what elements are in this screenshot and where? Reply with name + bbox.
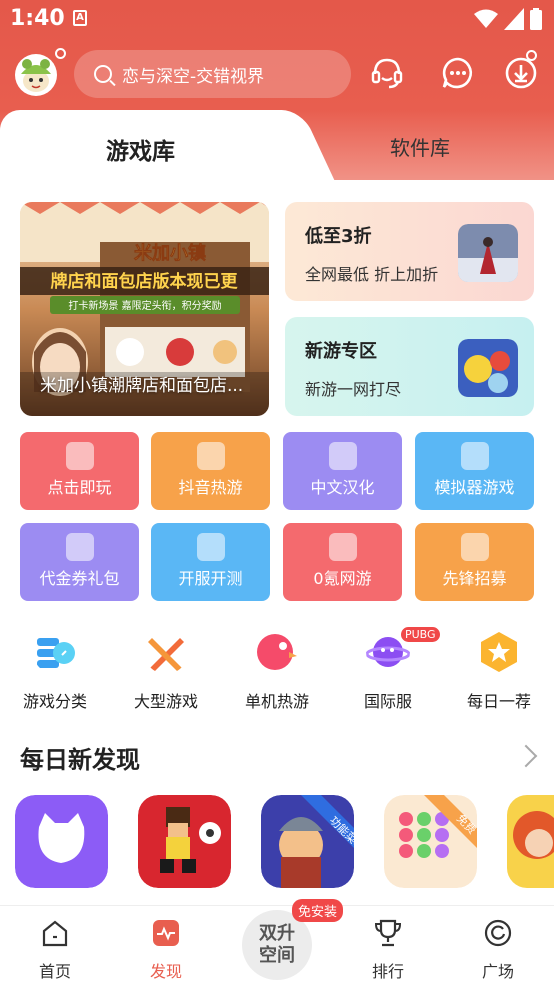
promo-new-games-title: 新游专区 [305,341,377,362]
banner-art-title-top: 米加小镇 [134,242,206,264]
tab-game-library[interactable]: 游戏库 [0,110,290,180]
signal-icon [504,8,524,30]
category-large-games[interactable]: 大型游戏 [121,630,211,712]
category-game-categories-label: 游戏分类 [22,692,87,711]
promo-new-games-thumbnail [458,339,518,397]
avatar-notification-dot [55,48,66,59]
download-notification-dot [526,50,537,61]
feature-pioneer-recruit-label: 先锋招募 [442,569,507,588]
plaza-circle-icon [484,919,512,947]
category-daily-pick-label: 每日一荐 [466,692,531,711]
battery-icon [530,8,542,30]
library-tabs: 游戏库 [0,110,554,180]
nav-home-label: 首页 [38,962,71,981]
nav-plaza-label: 广场 [481,962,514,981]
status-bar: 1:40 A [0,0,554,38]
banner-caption: 米加小镇潮牌店和面包店... [40,376,244,396]
featured-banner[interactable]: 牌店和面包店版本现已更 米加小镇 打卡新场景 嘉限定头衔，积分奖励 米加小镇潮牌… [20,202,269,416]
discover-pulse-icon [153,920,179,946]
promo-discount-title: 低至3折 [305,226,372,247]
status-time: 1:40 [10,6,65,31]
category-international-label: 国际服 [363,692,412,711]
feature-emulator-games[interactable]: 模拟器游戏 [415,432,534,510]
promo-new-games[interactable]: 新游专区 新游一网打尽 [285,317,534,416]
feature-pioneer-recruit[interactable]: 先锋招募 [415,523,534,601]
category-game-categories[interactable]: 游戏分类 [10,630,100,712]
search-bar[interactable]: 恋与深空-交错视界 [74,50,351,98]
gift-card-icon [65,533,94,561]
banner-art-title: 牌店和面包店版本现已更 [51,271,239,292]
feature-zero-pay-online[interactable]: 0氪网游 [283,523,402,601]
pubg-badge: PUBG [401,627,440,642]
nav-home[interactable]: 首页 [20,918,90,982]
support-headset-icon[interactable] [370,56,404,90]
ghost-icon [65,442,94,470]
bookmark-zh-icon [328,442,357,470]
category-large-games-label: 大型游戏 [133,692,198,711]
feature-emulator-games-label: 模拟器游戏 [434,478,515,497]
tv-icon [196,442,225,470]
category-international[interactable]: 国际服 [343,630,433,712]
app-icon-candy-skewers[interactable]: 免费 [384,795,477,888]
app-icon-purple-cat[interactable] [15,795,108,888]
feature-chinese-localized[interactable]: 中文汉化 [283,432,402,510]
flag-icon [460,533,489,561]
no-install-badge: 免安装 [292,899,344,922]
nav-ranking-label: 排行 [371,962,404,981]
feature-instant-play-label: 点击即玩 [47,478,112,497]
app-icon-warrior-game[interactable]: 功能菜单 [261,795,354,888]
feature-voucher-gift-label: 代金券礼包 [39,569,120,588]
feature-server-open-test-label: 开服开测 [178,569,243,588]
category-offline-hot-label: 单机热游 [244,692,309,711]
category-list-icon [37,638,75,668]
app-icon-soccer-pixel[interactable] [138,795,231,888]
category-offline-hot[interactable]: 单机热游 [232,630,322,712]
nav-plaza[interactable]: 广场 [463,918,533,982]
promo-discount[interactable]: 低至3折 全网最低 折上加折 [285,202,534,301]
feature-douyin-hot[interactable]: 抖音热游 [151,432,270,510]
app-icon-partial-redhead[interactable] [507,795,554,888]
feature-voucher-gift[interactable]: 代金券礼包 [20,523,139,601]
avatar[interactable] [15,54,57,96]
crossed-swords-icon [148,638,184,672]
feature-server-open-test[interactable]: 开服开测 [151,523,270,601]
trophy-icon [374,919,402,947]
promo-new-games-subtitle: 新游一网打尽 [305,380,402,399]
feature-instant-play[interactable]: 点击即玩 [20,432,139,510]
nav-discover[interactable]: 发现 [131,918,201,982]
search-placeholder: 恋与深空-交错视界 [122,66,265,87]
feature-chinese-localized-label: 中文汉化 [310,478,375,497]
notification-icon: A [73,10,87,26]
tab-software-library[interactable]: 软件库 [390,132,450,161]
dual-space-line2: 空间 [259,945,295,966]
nav-ranking[interactable]: 排行 [353,918,423,982]
dual-space-line1: 双升 [259,923,295,944]
feature-douyin-hot-label: 抖音热游 [178,478,243,497]
nav-discover-label: 发现 [149,962,182,981]
game-controller-icon [328,533,357,561]
category-daily-pick[interactable]: 每日一荐 [454,630,544,712]
wifi-icon [474,9,498,28]
star-medal-icon [481,632,517,672]
home-icon [42,920,68,947]
promo-discount-game-thumbnail [458,224,518,282]
banner-art-subtitle: 打卡新场景 嘉限定头衔，积分奖励 [68,299,221,312]
search-icon [94,65,112,83]
alarm-clock-icon [196,533,225,561]
tab-game-library-label: 游戏库 [106,139,175,165]
section-daily-discovery-title: 每日新发现 [20,746,140,774]
gamepad-icon [460,442,489,470]
download-icon[interactable] [504,56,538,90]
pink-ball-icon [257,634,297,670]
promo-discount-subtitle: 全网最低 折上加折 [305,265,439,284]
feature-zero-pay-online-label: 0氪网游 [313,569,372,588]
chat-bubble-icon[interactable] [441,56,475,90]
